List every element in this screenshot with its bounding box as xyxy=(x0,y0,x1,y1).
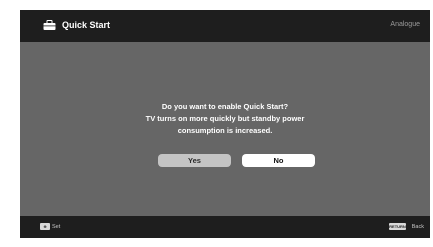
message-line: Do you want to enable Quick Start? xyxy=(161,102,289,111)
message-line: TV turns on more quickly but standby pow… xyxy=(145,114,305,123)
page-title: Quick Start xyxy=(62,20,111,30)
tv-screen: Quick Start Analogue Do you want to enab… xyxy=(20,10,430,238)
tv-toolbox-icon xyxy=(43,20,56,30)
return-key-icon: RETURN xyxy=(389,223,406,230)
return-key-glyph: RETURN xyxy=(389,224,406,229)
dialog-message: Do you want to enable Quick Start? TV tu… xyxy=(100,101,350,137)
no-button[interactable]: No xyxy=(242,154,315,167)
set-hint-label: Set xyxy=(52,224,61,230)
bottom-bar: ⊕ Set RETURN Back xyxy=(20,216,430,238)
message-line: consumption is increased. xyxy=(177,126,273,135)
top-bar: Quick Start Analogue xyxy=(20,10,430,42)
yes-button[interactable]: Yes xyxy=(158,154,231,167)
enter-key-icon: ⊕ xyxy=(40,223,50,230)
back-hint-label: Back xyxy=(411,224,424,230)
input-source-label: Analogue xyxy=(390,21,420,28)
enter-key-glyph: ⊕ xyxy=(43,224,47,229)
